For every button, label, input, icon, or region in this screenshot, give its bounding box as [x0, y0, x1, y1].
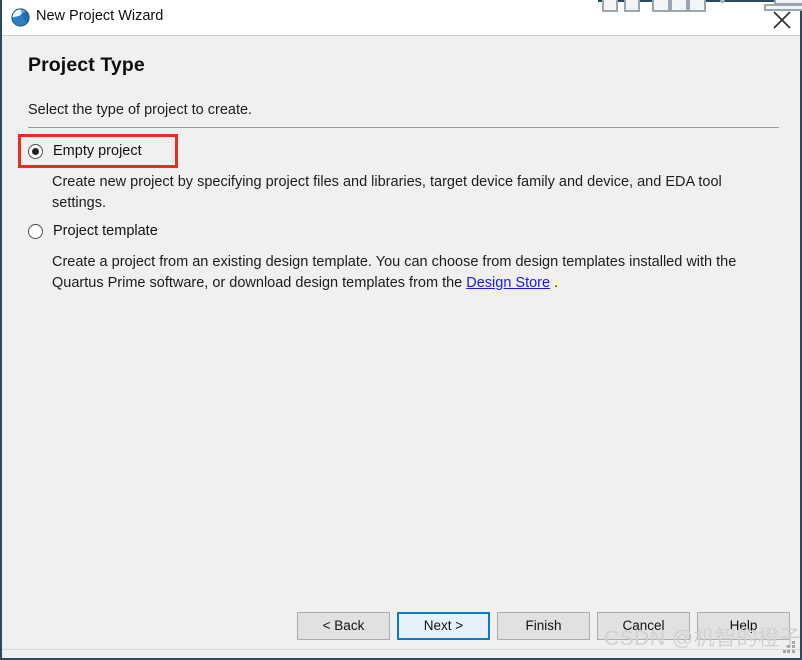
description-project-template: Create a project from an existing design… — [52, 252, 776, 294]
radio-button-project-template[interactable] — [28, 223, 43, 239]
radio-option-empty-project[interactable]: Empty project — [28, 143, 142, 159]
window-title: New Project Wizard — [36, 8, 164, 24]
globe-icon — [11, 8, 30, 27]
cancel-button[interactable]: Cancel — [597, 612, 690, 640]
help-button[interactable]: Help — [697, 612, 790, 640]
resize-grip[interactable] — [783, 641, 796, 654]
radio-label-project-template: Project template — [53, 223, 158, 239]
radio-button-empty-project[interactable] — [28, 143, 43, 159]
design-store-link[interactable]: Design Store — [466, 275, 550, 291]
footer-separator — [2, 649, 800, 650]
back-button[interactable]: < Back — [297, 612, 390, 640]
page-title: Project Type — [28, 54, 145, 76]
radio-option-project-template[interactable]: Project template — [28, 223, 158, 239]
description-empty-project: Create new project by specifying project… — [52, 174, 722, 211]
page-subtitle: Select the type of project to create. — [28, 102, 253, 118]
description-text-before-link: Create a project from an existing design… — [52, 254, 737, 291]
next-button[interactable]: Next > — [397, 612, 490, 640]
header-separator — [28, 127, 779, 128]
footer-button-bar: < Back Next > Finish Cancel Help — [2, 612, 800, 646]
radio-label-empty-project: Empty project — [53, 143, 142, 159]
close-icon[interactable] — [770, 8, 794, 32]
new-project-wizard-dialog: New Project Wizard Project Type Select t… — [0, 0, 802, 660]
description-text-after-link: . — [554, 275, 559, 291]
finish-button[interactable]: Finish — [497, 612, 590, 640]
